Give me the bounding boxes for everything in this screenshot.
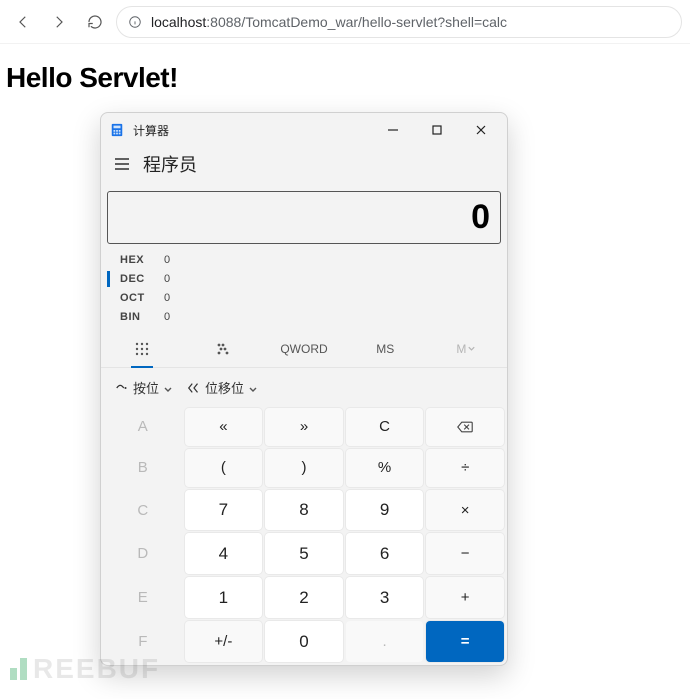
calc-display: 0 bbox=[107, 191, 501, 244]
reload-button[interactable] bbox=[80, 7, 110, 37]
maximize-button[interactable] bbox=[415, 115, 459, 145]
radix-row-dec[interactable]: DEC0 bbox=[107, 271, 501, 287]
key-a[interactable]: A bbox=[104, 408, 182, 446]
bitshift-dropdown[interactable]: 位移位 bbox=[187, 378, 258, 397]
site-info-icon[interactable] bbox=[127, 14, 143, 30]
forward-button[interactable] bbox=[44, 7, 74, 37]
close-button[interactable] bbox=[459, 115, 503, 145]
radix-row-hex[interactable]: HEX0 bbox=[107, 252, 501, 268]
key-rparen[interactable]: ) bbox=[265, 449, 343, 487]
calculator-window: 计算器 程序员 0 HEX0 DEC0 OCT0 BIN0 QWORD MS M… bbox=[100, 112, 508, 666]
word-size-button[interactable]: QWORD bbox=[263, 331, 344, 367]
keypad-view-button[interactable] bbox=[101, 331, 182, 367]
page-heading: Hello Servlet! bbox=[6, 62, 684, 94]
address-bar[interactable]: localhost:8088/TomcatDemo_war/hello-serv… bbox=[116, 6, 682, 38]
key-b[interactable]: B bbox=[104, 449, 182, 487]
key-lshift[interactable]: « bbox=[185, 408, 263, 446]
key-rshift[interactable]: » bbox=[265, 408, 343, 446]
bit-view-button[interactable] bbox=[182, 331, 263, 367]
browser-toolbar: localhost:8088/TomcatDemo_war/hello-serv… bbox=[0, 0, 690, 44]
key-0[interactable]: 0 bbox=[265, 621, 343, 662]
memory-dropdown-button[interactable]: M bbox=[426, 331, 507, 367]
url-text: localhost:8088/TomcatDemo_war/hello-serv… bbox=[151, 14, 507, 30]
key-6[interactable]: 6 bbox=[346, 533, 424, 574]
bit-ops-row: 按位 位移位 bbox=[101, 368, 507, 405]
key-add[interactable]: + bbox=[426, 577, 504, 618]
key-7[interactable]: 7 bbox=[185, 490, 263, 531]
key-9[interactable]: 9 bbox=[346, 490, 424, 531]
key-multiply[interactable]: × bbox=[426, 490, 504, 531]
chevron-down-icon bbox=[163, 383, 173, 393]
key-2[interactable]: 2 bbox=[265, 577, 343, 618]
key-3[interactable]: 3 bbox=[346, 577, 424, 618]
key-lparen[interactable]: ( bbox=[185, 449, 263, 487]
radix-block: HEX0 DEC0 OCT0 BIN0 bbox=[101, 250, 507, 331]
watermark: REEBUF bbox=[10, 653, 160, 685]
url-host: localhost bbox=[151, 14, 206, 30]
tool-row: QWORD MS M bbox=[101, 331, 507, 368]
key-4[interactable]: 4 bbox=[185, 533, 263, 574]
key-backspace[interactable] bbox=[426, 408, 504, 446]
key-divide[interactable]: ÷ bbox=[426, 449, 504, 487]
radix-row-oct[interactable]: OCT0 bbox=[107, 290, 501, 306]
calculator-icon bbox=[109, 122, 125, 138]
url-path: /TomcatDemo_war/hello-servlet?shell=calc bbox=[241, 14, 507, 30]
key-c[interactable]: C bbox=[104, 490, 182, 531]
key-8[interactable]: 8 bbox=[265, 490, 343, 531]
watermark-logo-icon bbox=[10, 658, 27, 680]
mode-row: 程序员 bbox=[101, 147, 507, 181]
hamburger-icon[interactable] bbox=[111, 153, 133, 175]
page-content: Hello Servlet! bbox=[0, 44, 690, 94]
mode-name[interactable]: 程序员 bbox=[143, 151, 197, 177]
minimize-button[interactable] bbox=[371, 115, 415, 145]
key-d[interactable]: D bbox=[104, 533, 182, 574]
key-5[interactable]: 5 bbox=[265, 533, 343, 574]
key-1[interactable]: 1 bbox=[185, 577, 263, 618]
bitwise-dropdown[interactable]: 按位 bbox=[115, 378, 173, 397]
key-decimal[interactable]: . bbox=[346, 621, 424, 662]
key-percent[interactable]: % bbox=[346, 449, 424, 487]
key-negate[interactable]: +/- bbox=[185, 621, 263, 662]
key-clear[interactable]: C bbox=[346, 408, 424, 446]
key-subtract[interactable]: − bbox=[426, 533, 504, 574]
url-port: :8088 bbox=[206, 14, 241, 30]
app-title: 计算器 bbox=[133, 122, 169, 139]
chevron-down-icon bbox=[248, 383, 258, 393]
titlebar[interactable]: 计算器 bbox=[101, 113, 507, 147]
memory-store-button[interactable]: MS bbox=[345, 331, 426, 367]
keypad: A « » C B ( ) % ÷ C 7 8 9 × D 4 5 6 − E … bbox=[101, 405, 507, 665]
key-e[interactable]: E bbox=[104, 577, 182, 618]
key-equals[interactable]: = bbox=[426, 621, 504, 662]
back-button[interactable] bbox=[8, 7, 38, 37]
radix-row-bin[interactable]: BIN0 bbox=[107, 309, 501, 325]
